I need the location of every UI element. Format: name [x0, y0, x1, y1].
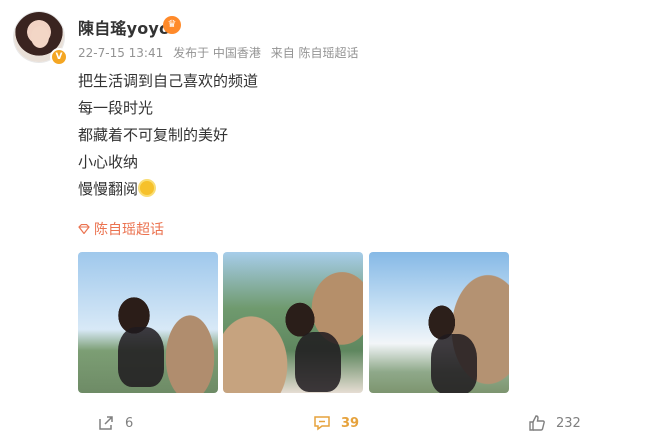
post-location: 发布于 中国香港: [173, 46, 261, 60]
vip-badge-icon[interactable]: ♛: [163, 16, 181, 34]
diamond-icon: [78, 224, 90, 234]
action-bar: 6 39 232: [0, 410, 660, 437]
like-count: 232: [556, 415, 581, 431]
supertopic-label: 陈自瑶超话: [94, 222, 164, 238]
post-meta: 22-7-15 13:41 发布于 中国香港 来自 陈自瑶超话: [78, 44, 359, 61]
photo-figure: [431, 334, 477, 393]
content-line: 都藏着不可复制的美好: [78, 126, 229, 144]
username[interactable]: 陳自瑤yoyo: [78, 15, 170, 39]
sun-emoji-icon: [140, 181, 155, 195]
comment-button[interactable]: 39: [313, 414, 359, 432]
post-source[interactable]: 来自 陈自瑶超话: [271, 46, 359, 60]
content-line: 每一段时光: [78, 99, 154, 117]
weibo-post: V 陳自瑤yoyo ♛ 22-7-15 13:41 发布于 中国香港 来自 陈自…: [0, 0, 660, 437]
share-icon: [99, 416, 113, 430]
photo-figure: [295, 332, 341, 392]
comment-icon: [314, 416, 330, 431]
content-line: 小心收纳: [78, 153, 139, 171]
supertopic-link[interactable]: 陈自瑶超话: [78, 219, 164, 239]
post-content: 把生活调到自己喜欢的频道 每一段时光 都藏着不可复制的美好 小心收纳 慢慢翻阅: [78, 68, 618, 203]
content-line-text: 慢慢翻阅: [78, 180, 139, 198]
photo-thumbnail-2[interactable]: [223, 252, 363, 393]
photo-figure: [118, 327, 164, 387]
verified-badge-icon: V: [50, 48, 68, 66]
avatar-face: [31, 26, 49, 48]
share-count: 6: [125, 415, 134, 431]
photo-thumbnail-1[interactable]: [78, 252, 218, 393]
comment-count: 39: [341, 415, 360, 431]
content-line-last: 慢慢翻阅: [78, 176, 618, 203]
thumbs-up-icon: [529, 415, 545, 431]
content-line: 把生活调到自己喜欢的频道: [78, 72, 259, 90]
post-date[interactable]: 22-7-15 13:41: [78, 46, 163, 60]
share-button[interactable]: 6: [97, 414, 133, 432]
photo-thumbnail-3[interactable]: [369, 252, 509, 393]
like-button[interactable]: 232: [528, 414, 581, 432]
